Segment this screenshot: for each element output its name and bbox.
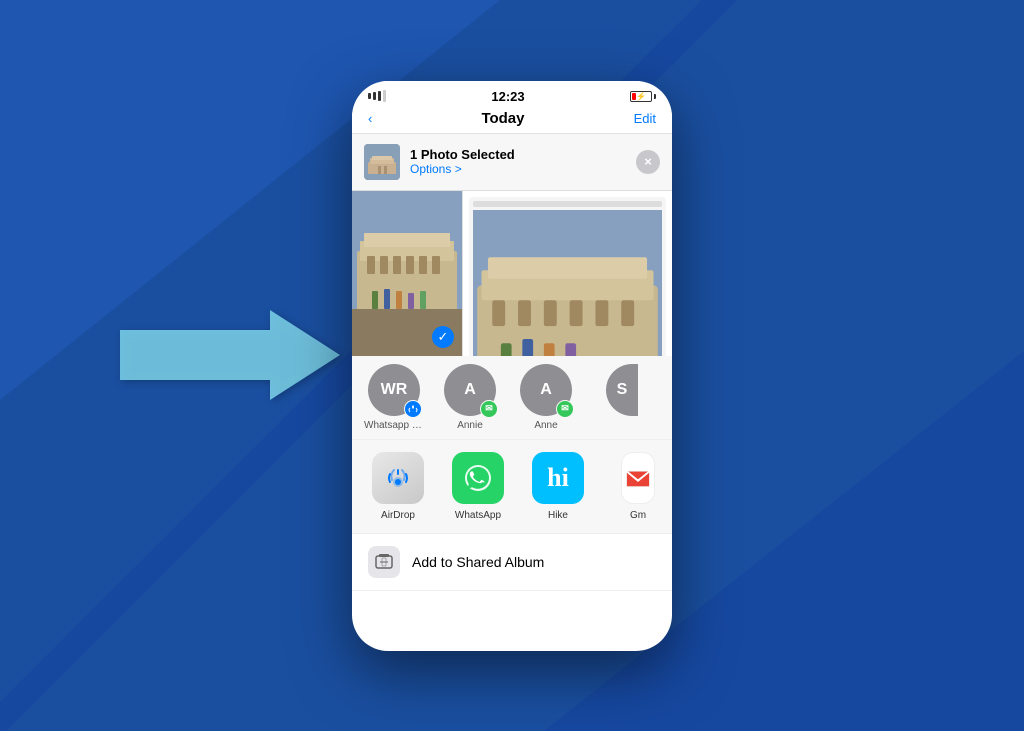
share-options-button[interactable]: Options >	[410, 162, 515, 176]
contact-avatar-wr: WR	[368, 364, 420, 416]
contact-initials-wr: WR	[381, 381, 408, 399]
contact-avatar-s-partial: S	[606, 364, 638, 416]
contact-avatar-a2: A ✉	[520, 364, 572, 416]
airdrop-badge-icon	[408, 404, 418, 414]
phone-preview-right	[462, 191, 672, 356]
contact-item-wr[interactable]: WR Whatsapp Who	[364, 364, 424, 431]
mini-status-bar	[473, 201, 662, 207]
app-item-whatsapp[interactable]: WhatsApp	[444, 452, 512, 521]
app-item-gmail[interactable]: Gm	[604, 452, 672, 521]
mini-phone-frame	[469, 197, 666, 356]
app-share-row: AirDrop WhatsApp hi Hike	[352, 440, 672, 534]
whatsapp-app-label: WhatsApp	[455, 510, 501, 521]
status-time: 12:23	[491, 89, 524, 104]
contact-initials-a2: A	[540, 381, 552, 399]
hike-app-label: Hike	[548, 510, 568, 521]
contact-name-a1: Annie	[457, 420, 483, 431]
gmail-icon-svg	[622, 461, 654, 495]
battery-tip	[654, 94, 656, 99]
photo-left[interactable]: ✓	[352, 191, 462, 356]
airdrop-icon-svg	[382, 462, 414, 494]
add-album-icon	[368, 546, 400, 578]
airdrop-app-icon	[372, 452, 424, 504]
whatsapp-icon-svg	[461, 461, 495, 495]
thumbnail-image	[364, 144, 400, 180]
share-info: 1 Photo Selected Options >	[410, 147, 515, 176]
message-badge-a1: ✉	[480, 400, 498, 418]
add-album-icon-svg	[374, 552, 394, 572]
contact-item-s[interactable]: S	[592, 364, 652, 431]
status-bar: 12:23 ⚡	[352, 81, 672, 108]
nav-title: Today	[481, 110, 524, 127]
nav-edit-button[interactable]: Edit	[634, 111, 656, 126]
contact-row: WR Whatsapp Who A ✉ Annie A	[352, 356, 672, 440]
battery-area: ⚡	[630, 91, 656, 102]
nav-back[interactable]: ‹	[368, 111, 372, 126]
share-thumbnail	[364, 144, 400, 180]
hike-app-icon: hi	[532, 452, 584, 504]
nav-bar: ‹ Today Edit	[352, 108, 672, 134]
signal-bar-3	[378, 91, 381, 101]
mini-colosseum	[473, 210, 662, 356]
contact-name-a2: Anne	[534, 420, 557, 431]
hike-icon-text: hi	[547, 463, 569, 493]
airdrop-app-label: AirDrop	[381, 510, 415, 521]
signal-bar-1	[368, 93, 371, 99]
airdrop-badge-wr	[404, 400, 422, 418]
battery-body: ⚡	[630, 91, 652, 102]
app-item-airdrop[interactable]: AirDrop	[364, 452, 432, 521]
share-header: 1 Photo Selected Options > ×	[352, 134, 672, 191]
gmail-app-label: Gm	[630, 510, 646, 521]
whatsapp-app-icon	[452, 452, 504, 504]
share-header-info: 1 Photo Selected Options >	[364, 144, 515, 180]
contact-item-a1[interactable]: A ✉ Annie	[440, 364, 500, 431]
contact-name-wr: Whatsapp Who	[364, 420, 424, 431]
contact-item-a2[interactable]: A ✉ Anne	[516, 364, 576, 431]
contact-avatar-a1: A ✉	[444, 364, 496, 416]
mini-photo	[473, 210, 662, 356]
photo-preview-area: ✓	[352, 191, 672, 356]
photo-selected-checkmark: ✓	[432, 326, 454, 348]
gmail-app-icon	[621, 452, 655, 504]
app-item-hike[interactable]: hi Hike	[524, 452, 592, 521]
add-album-label: Add to Shared Album	[412, 554, 544, 570]
arrow-indicator	[120, 310, 340, 400]
signal-bar-2	[373, 92, 376, 100]
phone-frame: 12:23 ⚡ ‹ Today Edit	[352, 81, 672, 651]
share-close-button[interactable]: ×	[636, 150, 660, 174]
signal-area	[368, 90, 386, 102]
action-row[interactable]: Add to Shared Album	[352, 534, 672, 591]
signal-bar-4	[383, 90, 386, 102]
contact-initials-a1: A	[464, 381, 476, 399]
share-title: 1 Photo Selected	[410, 147, 515, 162]
message-badge-a2: ✉	[556, 400, 574, 418]
battery-lightning-icon: ⚡	[631, 92, 651, 101]
